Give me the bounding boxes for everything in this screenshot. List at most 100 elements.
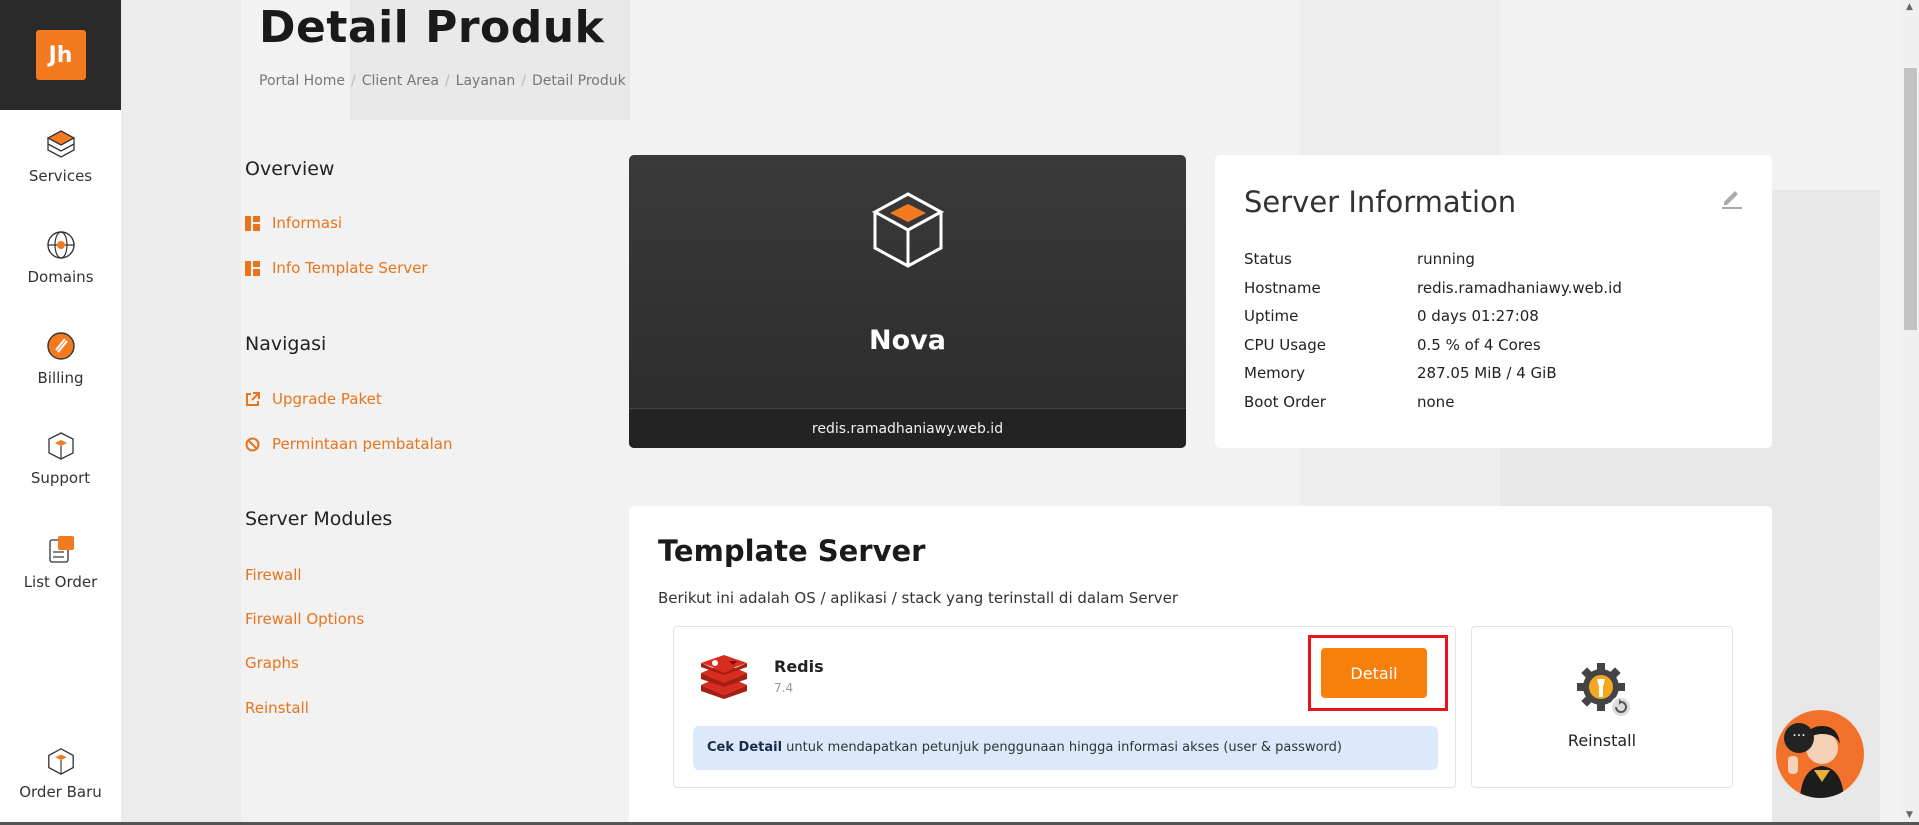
scroll-thumb[interactable] (1904, 68, 1917, 330)
info-value: redis.ramadhaniawy.web.id (1417, 279, 1622, 297)
app-info-note: Cek Detail untuk mendapatkan petunjuk pe… (693, 726, 1438, 770)
menu-link-label: Upgrade Paket (272, 390, 382, 408)
menu-link-label: Firewall Options (245, 610, 365, 628)
info-value: none (1417, 393, 1455, 411)
app-note-bold: Cek Detail (707, 740, 783, 755)
sidebar-item-support[interactable]: Support (0, 430, 121, 487)
info-key: Status (1244, 250, 1292, 268)
menu-link-label: Firewall (245, 566, 302, 584)
scroll-up-arrow-icon[interactable]: ▲ (1906, 2, 1913, 12)
chat-support-avatar[interactable] (1776, 710, 1864, 798)
menu-link-info-template-server[interactable]: Info Template Server (245, 259, 428, 277)
sidebar-item-billing[interactable]: Billing (0, 330, 121, 387)
app-card-redis: Redis 7.4 Detail Cek Detail untuk mendap… (673, 626, 1456, 788)
menu-link-label: Reinstall (245, 699, 309, 717)
external-link-icon (246, 391, 260, 406)
info-row-hostname: Hostname redis.ramadhaniawy.web.id (1244, 279, 1622, 297)
server-info-title: Server Information (1244, 185, 1517, 219)
info-key: Hostname (1244, 279, 1321, 297)
info-value: running (1417, 250, 1475, 268)
support-icon (47, 432, 74, 460)
app-version: 7.4 (774, 681, 794, 695)
breadcrumb-separator: / (351, 73, 356, 89)
product-hostname: redis.ramadhaniawy.web.id (629, 408, 1186, 448)
info-key: CPU Usage (1244, 336, 1327, 354)
menu-link-graphs[interactable]: Graphs (245, 654, 299, 672)
ban-icon (245, 437, 260, 451)
background-decoration (121, 0, 241, 825)
menu-link-label: Permintaan pembatalan (272, 435, 453, 453)
menu-link-permintaan-pembatalan[interactable]: Permintaan pembatalan (245, 435, 452, 453)
sidebar-item-services[interactable]: Services (0, 128, 121, 185)
info-row-memory: Memory 287.05 MiB / 4 GiB (1244, 364, 1557, 382)
product-name: Nova (869, 325, 946, 356)
reinstall-gear-icon (1577, 663, 1632, 718)
menu-heading-overview: Overview (245, 158, 335, 180)
vertical-scrollbar[interactable]: ▲ ▼ (1902, 0, 1919, 825)
list-order-icon (48, 536, 74, 563)
info-value: 0 days 01:27:08 (1417, 307, 1539, 325)
order-box-icon (47, 748, 74, 775)
info-value: 0.5 % of 4 Cores (1417, 336, 1541, 354)
brand-logo[interactable]: Jh (35, 30, 86, 80)
info-key: Boot Order (1244, 393, 1326, 411)
scroll-down-arrow-icon[interactable]: ▼ (1906, 810, 1913, 820)
info-key: Uptime (1244, 307, 1299, 325)
sidebar-item-label: Order Baru (19, 783, 102, 801)
app-name: Redis (774, 657, 824, 676)
menu-link-upgrade-paket[interactable]: Upgrade Paket (245, 390, 382, 408)
billing-icon (46, 332, 75, 360)
info-row-status: Status running (1244, 250, 1475, 268)
menu-link-label: Info Template Server (272, 259, 428, 277)
breadcrumb: Portal Home / Client Area / Layanan / Detail P… (259, 73, 626, 89)
page-title: Detail Produk (259, 2, 605, 53)
sidebar-item-label: Billing (37, 369, 84, 387)
left-sidebar: Jh Services Domains Billing Support List… (0, 0, 121, 825)
info-key: Memory (1244, 364, 1306, 382)
info-row-uptime: Uptime 0 days 01:27:08 (1244, 307, 1539, 325)
menu-link-label: Informasi (272, 214, 343, 232)
info-row-boot-order: Boot Order none (1244, 393, 1454, 411)
sidebar-item-label: Services (28, 167, 93, 185)
breadcrumb-separator: / (444, 73, 450, 89)
menu-heading-server-modules: Server Modules (245, 508, 393, 530)
menu-link-firewall[interactable]: Firewall (245, 566, 302, 584)
sidebar-item-label: List Order (23, 573, 98, 591)
template-server-card: Template Server Berikut ini adalah OS / … (629, 506, 1772, 825)
product-box-icon (871, 192, 945, 268)
breadcrumb-item[interactable]: Layanan (456, 73, 516, 89)
dashboard-icon (245, 260, 260, 276)
reinstall-label: Reinstall (1567, 731, 1637, 750)
redis-logo-icon (701, 655, 747, 699)
sidebar-item-list-order[interactable]: List Order (0, 532, 121, 591)
server-info-card: Server Information Status running Hostnam… (1215, 155, 1772, 448)
breadcrumb-current: Detail Produk (531, 73, 626, 89)
menu-link-firewall-options[interactable]: Firewall Options (245, 610, 364, 628)
info-row-cpu-usage: CPU Usage 0.5 % of 4 Cores (1244, 336, 1541, 354)
product-card: Nova redis.ramadhaniawy.web.id (629, 155, 1186, 448)
template-server-title: Template Server (658, 534, 926, 568)
breadcrumb-item[interactable]: Client Area (362, 73, 439, 89)
chat-bubble-icon[interactable]: ··· (1784, 723, 1814, 753)
menu-link-informasi[interactable]: Informasi (245, 214, 342, 232)
dashboard-icon (245, 215, 260, 231)
sidebar-item-order-baru[interactable]: Order Baru (0, 746, 121, 801)
info-value: 287.05 MiB / 4 GiB (1417, 364, 1557, 382)
breadcrumb-item[interactable]: Portal Home (259, 73, 345, 89)
menu-heading-navigasi: Navigasi (245, 333, 327, 355)
globe-icon (46, 231, 75, 259)
reinstall-card[interactable]: Reinstall (1471, 626, 1733, 788)
breadcrumb-separator: / (521, 73, 526, 89)
sidebar-item-domains[interactable]: Domains (0, 229, 121, 286)
detail-button[interactable]: Detail (1321, 648, 1427, 698)
menu-link-reinstall[interactable]: Reinstall (245, 699, 309, 717)
logo-area[interactable]: Jh (0, 0, 121, 110)
template-server-subtitle: Berikut ini adalah OS / aplikasi / stack… (658, 589, 1179, 607)
person-avatar-icon (1788, 726, 1844, 798)
sidebar-item-label: Domains (27, 268, 94, 286)
app-note-text: untuk mendapatkan petunjuk penggunaan hi… (782, 740, 1342, 755)
sidebar-item-label: Support (30, 469, 91, 487)
services-box-icon (46, 130, 75, 158)
detail-button-highlight: Detail (1308, 635, 1448, 711)
edit-pencil-icon[interactable] (1720, 185, 1744, 209)
